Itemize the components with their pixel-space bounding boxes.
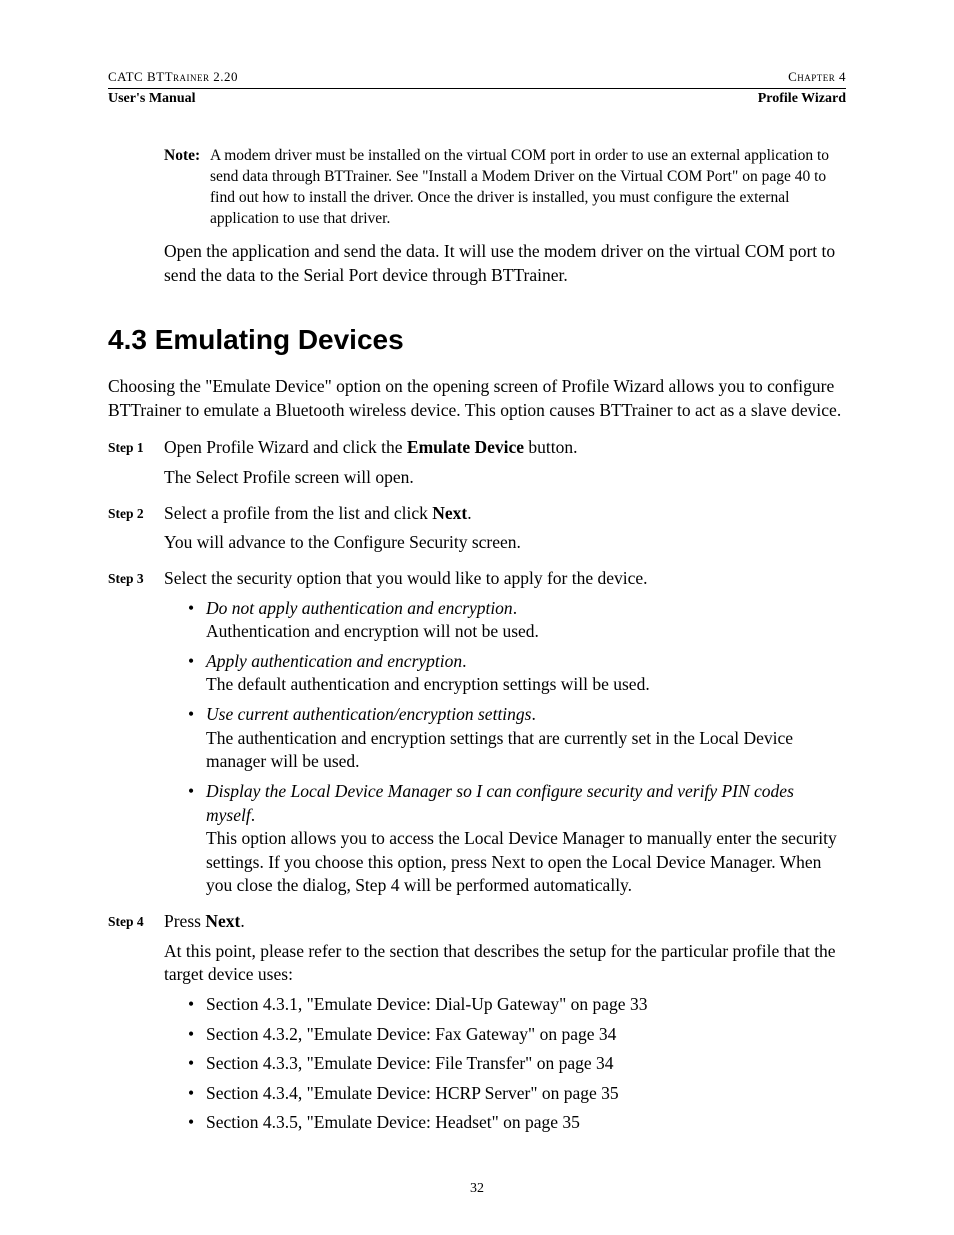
step-3: Step 3 Select the security option that y… xyxy=(108,567,846,904)
option-title: Use current authentication/encryption se… xyxy=(206,704,531,724)
subheader-right: Profile Wizard xyxy=(758,90,846,109)
list-item: Section 4.3.5, "Emulate Device: Headset"… xyxy=(188,1111,846,1135)
list-item: Apply authentication and encryption.The … xyxy=(188,650,846,697)
option-desc: The default authentication and encryptio… xyxy=(206,674,650,694)
list-item: Section 4.3.4, "Emulate Device: HCRP Ser… xyxy=(188,1082,846,1106)
note-label: Note: xyxy=(164,146,210,230)
step-text: Select the security option that you woul… xyxy=(164,567,846,591)
step-1: Step 1 Open Profile Wizard and click the… xyxy=(108,436,846,495)
header-rule xyxy=(108,88,846,89)
list-item: Use current authentication/encryption se… xyxy=(188,703,846,774)
step-content: Select a profile from the list and click… xyxy=(164,502,846,561)
option-desc: This option allows you to access the Loc… xyxy=(206,828,837,895)
list-item: Do not apply authentication and encrypti… xyxy=(188,597,846,644)
option-desc: The authentication and encryption settin… xyxy=(206,728,793,772)
header-right: Chapter 4 xyxy=(788,68,846,86)
step-text: Open Profile Wizard and click the xyxy=(164,437,407,457)
list-item: Display the Local Device Manager so I ca… xyxy=(188,780,846,898)
step-4: Step 4 Press Next. At this point, please… xyxy=(108,910,846,1141)
option-title: Display the Local Device Manager so I ca… xyxy=(206,781,794,825)
page-header: CATC BTTrainer 2.20 Chapter 4 xyxy=(108,68,846,86)
note-text: A modem driver must be installed on the … xyxy=(210,146,846,230)
step-text: . xyxy=(467,503,471,523)
step-content: Open Profile Wizard and click the Emulat… xyxy=(164,436,846,495)
page-number: 32 xyxy=(0,1180,954,1199)
list-item: Section 4.3.3, "Emulate Device: File Tra… xyxy=(188,1052,846,1076)
next-label: Next xyxy=(432,503,467,523)
section-intro: Choosing the "Emulate Device" option on … xyxy=(108,375,846,422)
subheader-left: User's Manual xyxy=(108,90,196,109)
header-left: CATC BTTrainer 2.20 xyxy=(108,68,238,86)
section-heading: 4.3 Emulating Devices xyxy=(108,321,846,359)
emulate-device-label: Emulate Device xyxy=(407,437,524,457)
option-title: Apply authentication and encryption xyxy=(206,651,462,671)
list-item: Section 4.3.2, "Emulate Device: Fax Gate… xyxy=(188,1023,846,1047)
step-label: Step 4 xyxy=(108,910,164,1141)
step-text: Press xyxy=(164,911,205,931)
step-text: button. xyxy=(524,437,577,457)
step-text: Select a profile from the list and click xyxy=(164,503,432,523)
step-label: Step 3 xyxy=(108,567,164,904)
list-item: Section 4.3.1, "Emulate Device: Dial-Up … xyxy=(188,993,846,1017)
step-content: Press Next. At this point, please refer … xyxy=(164,910,846,1141)
step-label: Step 1 xyxy=(108,436,164,495)
step-2: Step 2 Select a profile from the list an… xyxy=(108,502,846,561)
document-page: CATC BTTrainer 2.20 Chapter 4 User's Man… xyxy=(0,0,954,1235)
step-text: The Select Profile screen will open. xyxy=(164,466,846,490)
step-content: Select the security option that you woul… xyxy=(164,567,846,904)
step-text: You will advance to the Configure Securi… xyxy=(164,531,846,555)
option-title: Do not apply authentication and encrypti… xyxy=(206,598,513,618)
open-paragraph: Open the application and send the data. … xyxy=(164,240,846,287)
next-label: Next xyxy=(205,911,240,931)
step-text: At this point, please refer to the secti… xyxy=(164,940,846,987)
security-options-list: Do not apply authentication and encrypti… xyxy=(188,597,846,899)
note-block: Note: A modem driver must be installed o… xyxy=(164,146,846,230)
option-desc: Authentication and encryption will not b… xyxy=(206,621,539,641)
step-text: . xyxy=(240,911,244,931)
section-references-list: Section 4.3.1, "Emulate Device: Dial-Up … xyxy=(188,993,846,1135)
page-subheader: User's Manual Profile Wizard xyxy=(108,90,846,109)
step-label: Step 2 xyxy=(108,502,164,561)
